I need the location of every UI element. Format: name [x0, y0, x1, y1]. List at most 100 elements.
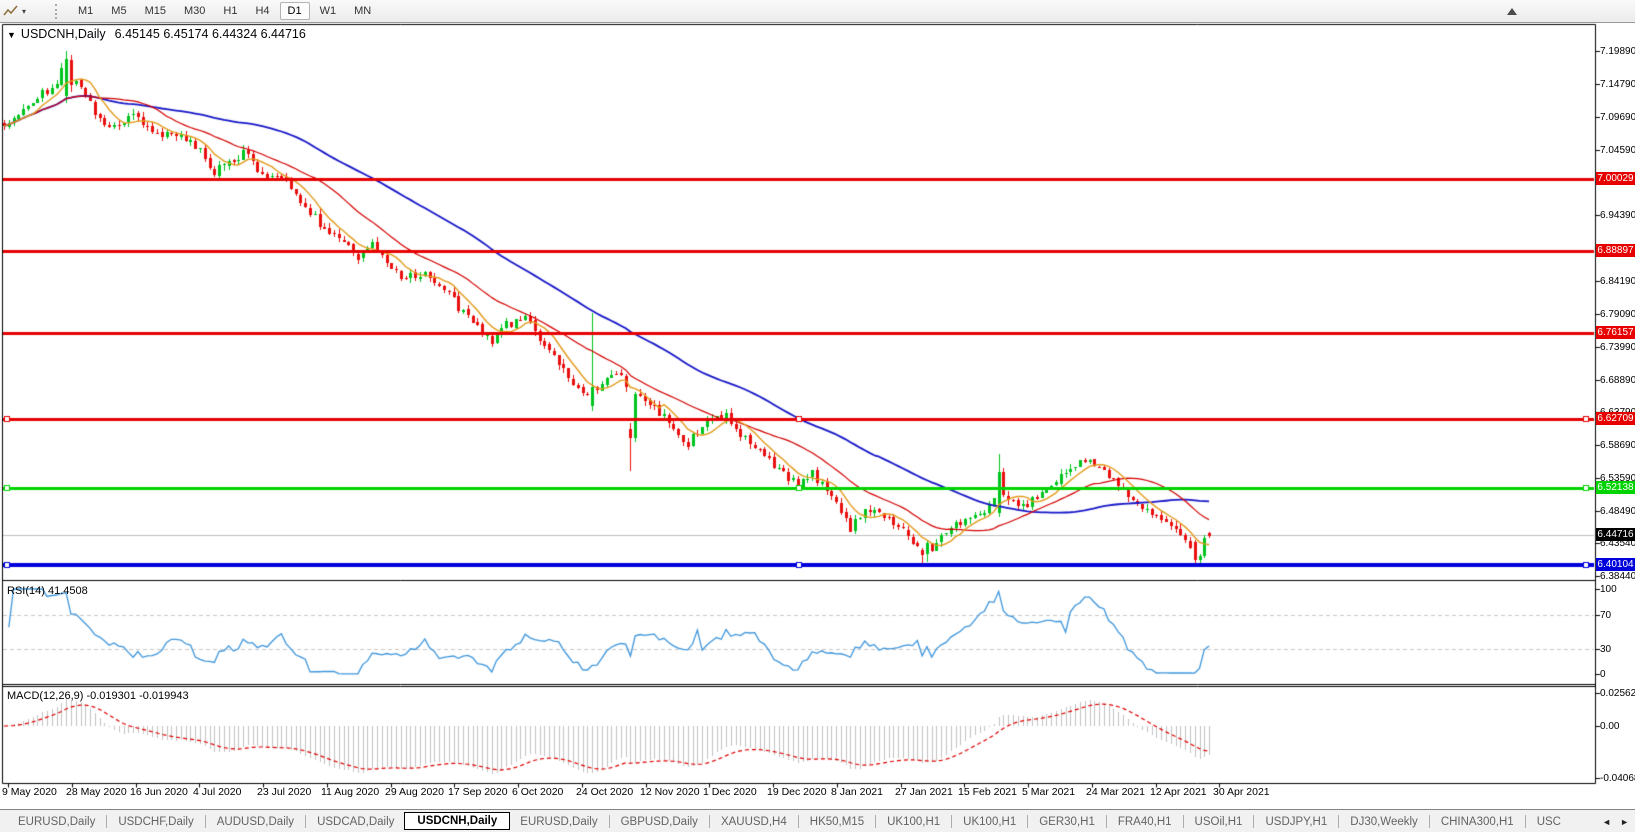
chart-title: ▼ USDCNH,Daily 6.45145 6.45174 6.44324 6.4… — [7, 27, 306, 41]
price-axis-label: 7.19890 — [1600, 46, 1635, 57]
line-chart-icon — [3, 4, 19, 18]
price-axis-label: 6.73990 — [1600, 342, 1635, 353]
rsi-axis-label: 0 — [1600, 669, 1606, 680]
price-axis-label: 6.84190 — [1600, 276, 1635, 287]
timeframe-button-h4[interactable]: H4 — [247, 2, 277, 20]
price-line-badge: 6.40104 — [1596, 558, 1635, 571]
collapse-triangle-icon[interactable]: ▼ — [7, 30, 16, 40]
trading-platform-window: ▾ M1M5M15M30H1H4D1W1MN ▼ USDCNH,Daily 6.45… — [0, 0, 1635, 832]
date-axis-label: 11 Aug 2020 — [321, 786, 379, 798]
chart-tabs: EURUSD,DailyUSDCHF,DailyAUDUSD,DailyUSDC… — [0, 810, 1571, 832]
date-axis-label: 17 Sep 2020 — [448, 786, 508, 798]
timeframe-button-mn[interactable]: MN — [346, 2, 379, 20]
tab-eurusd-daily[interactable]: EURUSD,Daily — [510, 813, 607, 831]
tab-ger30-h1[interactable]: GER30,H1 — [1029, 813, 1105, 831]
tab-scroll-buttons: ◄ ► — [1583, 810, 1635, 832]
price-axis-label: 7.14790 — [1600, 79, 1635, 90]
chart-shift-marker[interactable] — [1507, 8, 1517, 15]
price-line-badge: 6.88897 — [1596, 244, 1635, 257]
tab-separator — [1027, 815, 1028, 828]
chart-tool-icon[interactable]: ▾ — [0, 1, 29, 21]
tab-separator — [305, 815, 306, 828]
tab-uk100-h1[interactable]: UK100,H1 — [877, 813, 950, 831]
macd-indicator-label: MACD(12,26,9) -0.019301 -0.019943 — [7, 690, 189, 702]
tab-separator — [1183, 815, 1184, 828]
date-axis-label: 27 Jan 2021 — [895, 786, 953, 798]
chart-tab-bar: EURUSD,DailyUSDCHF,DailyAUDUSD,DailyUSDC… — [0, 809, 1635, 832]
tab-hk50-m15[interactable]: HK50,M15 — [800, 813, 874, 831]
chevron-down-icon[interactable]: ▾ — [22, 7, 26, 16]
date-axis-label: 28 May 2020 — [66, 786, 127, 798]
tab-scroll-right-icon[interactable]: ► — [1620, 817, 1629, 827]
macd-axis-label: 0.00 — [1600, 721, 1619, 732]
timeframe-button-w1[interactable]: W1 — [312, 2, 345, 20]
tab-separator — [1429, 815, 1430, 828]
chart-ohlc-values: 6.45145 6.45174 6.44324 6.44716 — [115, 27, 306, 41]
top-toolbar: ▾ M1M5M15M30H1H4D1W1MN — [0, 0, 1635, 23]
timeframe-button-h1[interactable]: H1 — [215, 2, 245, 20]
price-axis-label: 7.09690 — [1600, 112, 1635, 123]
tab-separator — [1106, 815, 1107, 828]
tab-scroll-left-icon[interactable]: ◄ — [1602, 817, 1611, 827]
price-axis-label: 7.04590 — [1600, 145, 1635, 156]
tab-separator — [875, 815, 876, 828]
tab-separator — [106, 815, 107, 828]
tab-usdchf-daily[interactable]: USDCHF,Daily — [108, 813, 203, 831]
tab-separator — [1338, 815, 1339, 828]
tab-separator — [951, 815, 952, 828]
tab-usdjpy-h1[interactable]: USDJPY,H1 — [1255, 813, 1337, 831]
date-axis-label: 12 Nov 2020 — [640, 786, 700, 798]
date-axis-label: 4 Jul 2020 — [193, 786, 241, 798]
tab-usoil-h1[interactable]: USOil,H1 — [1185, 813, 1253, 831]
timeframe-toolbar: M1M5M15M30H1H4D1W1MN — [69, 2, 380, 20]
tab-xauusd-h4[interactable]: XAUUSD,H4 — [711, 813, 797, 831]
timeframe-button-d1[interactable]: D1 — [280, 2, 310, 20]
price-line-badge: 6.76157 — [1596, 326, 1635, 339]
tab-eurusd-daily[interactable]: EURUSD,Daily — [8, 813, 105, 831]
toolbar-grip[interactable] — [55, 4, 61, 19]
timeframe-button-m1[interactable]: M1 — [70, 2, 101, 20]
timeframe-button-m30[interactable]: M30 — [176, 2, 213, 20]
tab-usc[interactable]: USC — [1527, 813, 1571, 831]
tab-uk100-h1[interactable]: UK100,H1 — [953, 813, 1026, 831]
date-axis-label: 5 Mar 2021 — [1022, 786, 1075, 798]
price-axis-label: 6.94390 — [1600, 210, 1635, 221]
date-axis-label: 29 Aug 2020 — [385, 786, 444, 798]
date-axis-label: 12 Apr 2021 — [1150, 786, 1207, 798]
date-axis-label: 1 Dec 2020 — [703, 786, 757, 798]
tab-separator — [609, 815, 610, 828]
date-axis-label: 24 Oct 2020 — [576, 786, 633, 798]
price-line-badge: 7.00029 — [1596, 172, 1635, 185]
rsi-axis-label: 100 — [1600, 584, 1617, 595]
tab-usdcad-daily[interactable]: USDCAD,Daily — [307, 813, 404, 831]
tab-usdcnh-daily[interactable]: USDCNH,Daily — [404, 812, 510, 830]
tab-separator — [798, 815, 799, 828]
macd-axis-label: 0.025623 — [1600, 688, 1635, 699]
date-axis-label: 15 Feb 2021 — [958, 786, 1017, 798]
price-line-badge: 6.62709 — [1596, 412, 1635, 425]
date-axis-label: 9 May 2020 — [2, 786, 57, 798]
date-axis-label: 30 Apr 2021 — [1213, 786, 1270, 798]
price-axis-label: 6.68890 — [1600, 375, 1635, 386]
tab-separator — [1525, 815, 1526, 828]
date-axis-label: 24 Mar 2021 — [1086, 786, 1145, 798]
timeframe-button-m15[interactable]: M15 — [137, 2, 174, 20]
date-axis-label: 8 Jan 2021 — [831, 786, 883, 798]
chart-symbol-label: USDCNH,Daily — [21, 27, 106, 41]
rsi-indicator-label: RSI(14) 41.4508 — [7, 585, 88, 597]
current-price-badge: 6.44716 — [1596, 528, 1635, 541]
date-axis-label: 6 Oct 2020 — [512, 786, 563, 798]
price-line-badge: 6.52138 — [1596, 481, 1635, 494]
date-axis-label: 19 Dec 2020 — [767, 786, 827, 798]
date-axis-label: 16 Jun 2020 — [130, 786, 188, 798]
chart-canvas[interactable] — [0, 0, 1635, 832]
tab-fra40-h1[interactable]: FRA40,H1 — [1108, 813, 1182, 831]
tab-audusd-daily[interactable]: AUDUSD,Daily — [207, 813, 304, 831]
tab-dj30-weekly[interactable]: DJ30,Weekly — [1340, 813, 1428, 831]
price-axis-label: 6.58690 — [1600, 440, 1635, 451]
tab-china300-h1[interactable]: CHINA300,H1 — [1431, 813, 1524, 831]
tab-gbpusd-daily[interactable]: GBPUSD,Daily — [611, 813, 708, 831]
price-axis-label: 6.38440 — [1600, 571, 1635, 582]
timeframe-button-m5[interactable]: M5 — [103, 2, 134, 20]
tab-separator — [709, 815, 710, 828]
